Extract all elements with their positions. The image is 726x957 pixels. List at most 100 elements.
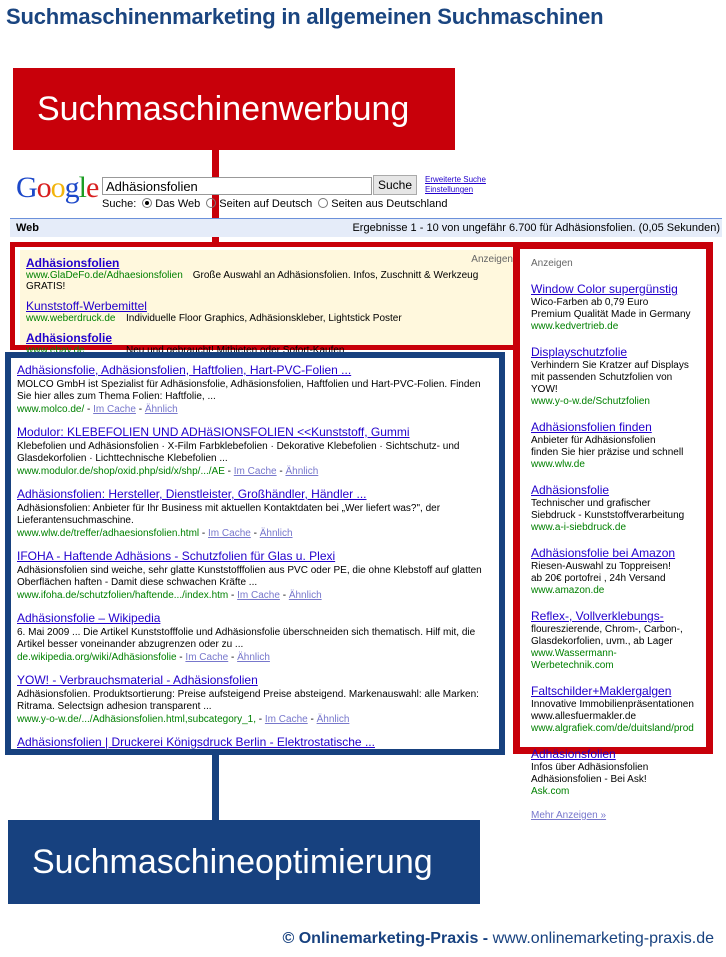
cache-link[interactable]: Im Cache [234, 466, 277, 477]
result-snippet: 6. Mai 2009 ... Die Artikel Kunststofffo… [17, 626, 476, 651]
search-result: IFOHA - Haftende Adhäsions - Schutzfolie… [17, 549, 493, 602]
ad-title-link[interactable]: Adhäsionsfolien finden [531, 420, 652, 434]
ad-text-line: Technischer und grafischer [531, 498, 651, 509]
side-ad: Reflex-, Vollverklebungs-floureszierende… [531, 609, 698, 672]
ad-text-line: ab 20€ portofrei , 24h Versand [531, 573, 666, 584]
radio-german-pages[interactable]: Seiten auf Deutsch [206, 198, 312, 210]
result-url: www.modulor.de/shop/oxid.php/sid/x/shp/.… [17, 465, 225, 477]
ad-url: www.wlw.de [531, 459, 585, 470]
search-scope: Suche: Das Web Seiten auf Deutsch Seiten… [102, 198, 447, 210]
footer-brand: © Onlinemarketing-Praxis - [282, 930, 489, 947]
ad-title-link[interactable]: Adhäsionsfolie [531, 483, 609, 497]
side-ad: Adhäsionsfolie bei Amazon Riesen-Auswahl … [531, 546, 698, 597]
side-ad: Window Color supergünstig Wico-Farben ab … [531, 282, 698, 333]
results-bar: Web Ergebnisse 1 - 10 von ungefähr 6.700… [10, 218, 722, 237]
search-result: Adhäsionsfolie – Wikipedia 6. Mai 2009 ..… [17, 611, 493, 664]
radio-icon [318, 198, 329, 208]
search-input[interactable] [102, 177, 372, 195]
result-title-link[interactable]: Adhäsionsfolien | Druckerei Königsdruck … [17, 735, 375, 749]
result-snippet: Ideal für Guerilla-Marketing und Promoti… [17, 751, 493, 756]
ad-title-link[interactable]: Kunststoff-Werbemittel [26, 299, 147, 313]
top-ad: Adhäsionsfolien www.GlaDeFo.de/Adhaesions… [26, 256, 511, 292]
similar-link[interactable]: Ähnlich [145, 404, 178, 415]
ad-title-link[interactable]: Faltschilder+Maklergalgen [531, 684, 671, 698]
ad-url: www.kedvertrieb.de [531, 321, 619, 332]
search-result: YOW! - Verbrauchsmaterial - Adhäsionsfol… [17, 673, 493, 726]
ads-label: Anzeigen [471, 254, 513, 265]
ad-url: www.y-o-w.de/Schutzfolien [531, 396, 650, 407]
sea-label: Suchmaschinenwerbung [13, 68, 455, 150]
organic-results-box: Adhäsionsfolie, Adhäsionsfolien, Haftfol… [5, 352, 505, 755]
ad-text-line: Riesen-Auswahl zu Toppreisen! [531, 561, 671, 572]
result-url: www.molco.de/ [17, 403, 85, 415]
cache-link[interactable]: Im Cache [237, 590, 280, 601]
footer: © Onlinemarketing-Praxis - www.onlinemar… [282, 930, 714, 948]
ad-text-line: finden Sie hier präzise und schnell [531, 447, 684, 458]
result-title-link[interactable]: Modulor: KLEBEFOLIEN UND ADHäSIONSFOLIEN… [17, 425, 410, 439]
result-title-link[interactable]: IFOHA - Haftende Adhäsions - Schutzfolie… [17, 549, 335, 563]
search-result: Adhäsionsfolien | Druckerei Königsdruck … [17, 735, 493, 756]
side-ad: Displayschutzfolie Verhindern Sie Kratzer… [531, 345, 698, 408]
ad-title-link[interactable]: Displayschutzfolie [531, 345, 627, 359]
similar-link[interactable]: Ähnlich [237, 652, 270, 663]
ad-description: Individuelle Floor Graphics, Adhäsionskl… [126, 313, 402, 324]
page-title: Suchmaschinenmarketing in allgemeinen Su… [6, 4, 604, 29]
settings-link[interactable]: Einstellungen [425, 185, 486, 195]
similar-link[interactable]: Ähnlich [260, 528, 293, 539]
google-logo: Google [16, 171, 99, 204]
seo-label: Suchmaschineoptimierung [8, 820, 480, 904]
cache-link[interactable]: Im Cache [208, 528, 251, 539]
result-url: de.wikipedia.org/wiki/Adhäsionsfolie [17, 651, 177, 663]
result-title-link[interactable]: Adhäsionsfolie – Wikipedia [17, 611, 160, 625]
result-url: www.ifoha.de/schutzfolien/haftende.../in… [17, 589, 229, 601]
radio-pages-from-germany[interactable]: Seiten aus Deutschland [318, 198, 447, 210]
result-title-link[interactable]: Adhäsionsfolien: Hersteller, Dienstleist… [17, 487, 367, 501]
search-result: Adhäsionsfolien: Hersteller, Dienstleist… [17, 487, 493, 540]
ad-url: www.Wassermann-Werbetechnik.com [531, 648, 617, 671]
ad-title-link[interactable]: Adhäsionsfolien [531, 747, 616, 761]
side-ad: Adhäsionsfolien finden Anbieter für Adhäs… [531, 420, 698, 471]
seo-connector-line [212, 755, 219, 821]
cache-link[interactable]: Im Cache [185, 652, 228, 663]
radio-web[interactable]: Das Web [142, 198, 200, 210]
result-snippet: MOLCO GmbH ist Spezialist für Adhäsionsf… [17, 378, 481, 403]
search-result: Adhäsionsfolie, Adhäsionsfolien, Haftfol… [17, 363, 493, 416]
ad-text-line: Verhindern Sie Kratzer auf Displays [531, 360, 689, 371]
radio-icon [142, 198, 153, 208]
ad-url: www.algrafiek.com/de/duitsland/prod [531, 723, 694, 734]
side-ad: Adhäsionsfolie Technischer und grafischer… [531, 483, 698, 534]
search-button[interactable]: Suche [373, 175, 417, 195]
similar-link[interactable]: Ähnlich [289, 590, 322, 601]
footer-url[interactable]: www.onlinemarketing-praxis.de [493, 930, 714, 947]
radio-icon [206, 198, 217, 208]
cache-link[interactable]: Im Cache [265, 714, 308, 725]
result-title-link[interactable]: Adhäsionsfolie, Adhäsionsfolien, Haftfol… [17, 363, 351, 377]
web-tab[interactable]: Web [16, 219, 39, 237]
side-ads-box: Anzeigen Window Color supergünstig Wico-F… [513, 242, 713, 821]
ad-text-line: Wico-Farben ab 0,79 Euro [531, 297, 649, 308]
ad-text-line: Premium Qualität Made in Germany [531, 309, 691, 320]
ad-text-line: Siebdruck - Kunststoffverarbeitung [531, 510, 685, 521]
top-ads-box: Anzeigen Adhäsionsfolien www.GlaDeFo.de/A… [10, 242, 520, 356]
result-url: www.wlw.de/treffer/adhaesionsfolien.html [17, 527, 200, 539]
ad-url: www.weberdruck.de [26, 313, 116, 324]
ad-title-link[interactable]: Adhäsionsfolie bei Amazon [531, 546, 675, 560]
ad-text-line: Adhäsionsfolien - Bei Ask! [531, 774, 647, 785]
result-title-link[interactable]: YOW! - Verbrauchsmaterial - Adhäsionsfol… [17, 673, 258, 687]
ad-url: www.amazon.de [531, 585, 605, 596]
advanced-search-link[interactable]: Erweiterte Suche [425, 175, 486, 185]
search-result: Modulor: KLEBEFOLIEN UND ADHäSIONSFOLIEN… [17, 425, 493, 478]
similar-link[interactable]: Ähnlich [285, 466, 318, 477]
ad-title-link[interactable]: Window Color supergünstig [531, 282, 678, 296]
ad-title-link[interactable]: Adhäsionsfolien [26, 256, 119, 270]
cache-link[interactable]: Im Cache [93, 404, 136, 415]
ad-title-link[interactable]: Adhäsionsfolie [26, 331, 112, 345]
ad-text-line: Infos über Adhäsionsfolien [531, 762, 649, 773]
similar-link[interactable]: Ähnlich [317, 714, 350, 725]
ad-text-line: mit passenden Schutzfolien von YOW! [531, 372, 673, 395]
side-ad: Faltschilder+Maklergalgen Innovative Immo… [531, 684, 698, 735]
more-ads-link[interactable]: Mehr Anzeigen » [531, 810, 606, 821]
result-url: www.y-o-w.de/.../Adhäsionsfolien.html,su… [17, 713, 257, 725]
ad-title-link[interactable]: Reflex-, Vollverklebungs- [531, 609, 664, 623]
ad-url: Ask.com [531, 786, 570, 797]
